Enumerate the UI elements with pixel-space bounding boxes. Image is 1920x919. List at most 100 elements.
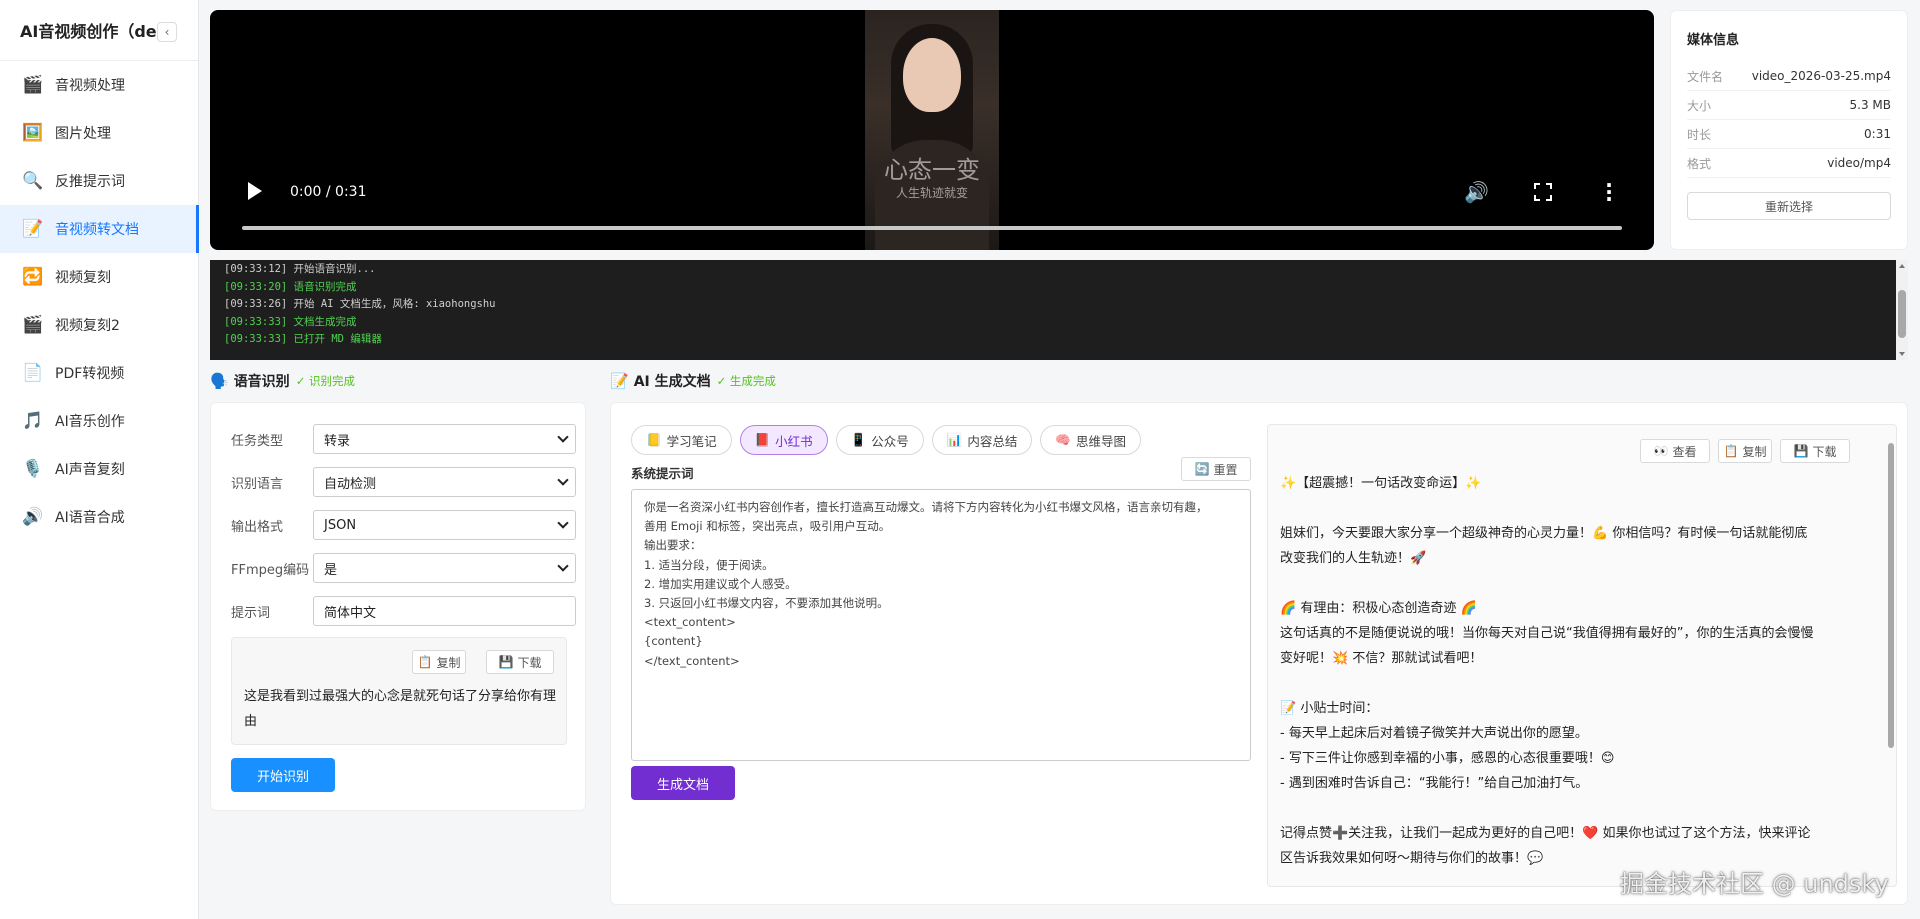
video-player[interactable]: 心态一变 人生轨迹就变 0:00 / 0:31 🔊 · · ·: [210, 10, 1654, 250]
language-select[interactable]: 自动检测: [313, 467, 576, 497]
log-scrollbar[interactable]: [1896, 260, 1908, 360]
sidebar-item-pdf-to-video[interactable]: 📄 PDF转视频: [0, 349, 198, 397]
video-progress-bar[interactable]: [242, 226, 1622, 230]
tab-label: 小红书: [775, 433, 813, 449]
media-row-size: 大小 5.3 MB: [1687, 91, 1891, 120]
refresh-icon: 🔄: [1194, 462, 1210, 476]
tab-label: 学习笔记: [666, 433, 717, 449]
start-recognition-button[interactable]: 开始识别: [231, 758, 335, 792]
field-label: 任务类型: [231, 433, 284, 449]
log-line: [09:33:33] 文档生成完成: [224, 315, 357, 328]
music-note-icon: 🎵: [22, 411, 44, 431]
sidebar-item-ai-tts[interactable]: 🔊 AI语音合成: [0, 493, 198, 541]
tab-study-notes[interactable]: 📒 学习笔记: [631, 425, 732, 455]
media-row-filename: 文件名 video_2026-03-25.mp4: [1687, 62, 1891, 91]
chart-icon: 📊: [946, 432, 963, 447]
sidebar-item-reverse-prompt[interactable]: 🔍 反推提示词: [0, 157, 198, 205]
sidebar-item-label: AI声音复刻: [55, 462, 125, 478]
output-format-select[interactable]: JSON: [313, 510, 576, 540]
sidebar-item-video-replicate[interactable]: 🔁 视频复刻: [0, 253, 198, 301]
preview-scrollbar[interactable]: [1888, 433, 1894, 878]
sidebar-item-label: 视频复刻2: [55, 318, 120, 334]
output-format-row: 输出格式 JSON: [231, 510, 576, 540]
copy-button[interactable]: 📋 复制: [1718, 439, 1772, 463]
media-row-duration: 时长 0:31: [1687, 120, 1891, 149]
document-preview: 👀 查看 📋 复制 💾 下载 ✨【超震撼！一句话改变命运】✨ 姐妹们，今天要跟大家分享…: [1267, 424, 1897, 887]
prompt-line: 3. 只返回小红书爆文内容，不要添加其他说明。: [644, 596, 889, 611]
chevron-down-icon: [557, 560, 569, 572]
transcript-text: 这是我看到过最强大的心念是就死句话了分享给你有理由: [244, 689, 557, 729]
volume-icon[interactable]: 🔊: [1464, 180, 1489, 204]
log-line: [09:33:33] 已打开 MD 编辑器: [224, 333, 382, 345]
preview-line: 改变我们的人生轨迹！🚀: [1280, 551, 1427, 566]
preview-line: 记得点赞➕关注我，让我们一起成为更好的自己吧！❤️ 如果你也试过了这个方法，快来…: [1280, 826, 1811, 841]
play-icon[interactable]: [248, 182, 262, 200]
media-info-title: 媒体信息: [1687, 33, 1740, 48]
sidebar-item-av-to-document[interactable]: 📝 音视频转文档: [0, 205, 199, 253]
tab-label: 内容总结: [967, 433, 1018, 449]
notebook-icon: 📒: [646, 432, 662, 447]
clipboard-icon: 📋: [1723, 444, 1739, 458]
preview-line: 变好呢！💥 不信？那就试试看吧！: [1280, 651, 1483, 666]
speech-section-title: 语音识别: [233, 374, 290, 390]
generate-document-button[interactable]: 生成文档: [631, 766, 735, 800]
prompt-line: <text_content>: [644, 615, 736, 630]
log-line: [09:33:26] 开始 AI 文档生成，风格: xiaohongshu: [224, 298, 496, 310]
sidebar-header: AI音视频创作（dev） ‹: [0, 0, 198, 61]
download-button[interactable]: 💾 下载: [1780, 439, 1850, 463]
select-value: JSON: [324, 517, 357, 533]
prompt-row: 提示词 简体中文: [231, 596, 576, 626]
prompt-line: 善用 Emoji 和标签，突出亮点，吸引用户互动。: [644, 519, 891, 534]
red-book-icon: 📕: [754, 432, 771, 447]
memo-icon: 📝: [22, 219, 44, 239]
language-row: 识别语言 自动检测: [231, 467, 576, 497]
ffmpeg-select[interactable]: 是: [313, 553, 576, 583]
brain-icon: 🧠: [1055, 432, 1071, 447]
copy-button[interactable]: 📋 复制: [412, 650, 466, 674]
microphone-icon: 🎙️: [22, 459, 44, 479]
fullscreen-icon[interactable]: [1534, 183, 1552, 201]
download-button[interactable]: 💾 下载: [486, 650, 554, 674]
sidebar-item-ai-voice-clone[interactable]: 🎙️ AI声音复刻: [0, 445, 198, 493]
prompt-line: 你是一名资深小红书内容创作者，擅长打造高互动爆文。请将下方内容转化为小红书爆文风…: [644, 500, 1208, 514]
preview-line: 🌈 有理由：积极心态创造奇迹 🌈: [1280, 601, 1477, 616]
prompt-input[interactable]: 简体中文: [313, 596, 576, 626]
preview-line: 这句话真的不是随便说说的哦！当你每天对自己说“我值得拥有最好的”，你的生活真的会…: [1280, 626, 1814, 641]
tab-official-account[interactable]: 📱 公众号: [835, 425, 924, 455]
sidebar-item-image-processing[interactable]: 🖼️ 图片处理: [0, 109, 198, 157]
sidebar-item-av-processing[interactable]: 🎬 音视频处理: [0, 61, 198, 109]
scroll-thumb[interactable]: [1898, 290, 1906, 338]
task-type-select[interactable]: 转录: [313, 424, 576, 454]
reset-button[interactable]: 🔄 重置: [1181, 457, 1251, 481]
frame-subcaption: 人生轨迹就变: [895, 186, 968, 200]
preview-line: [1280, 496, 1875, 521]
field-label: 输出格式: [231, 519, 284, 535]
preview-line: 姐妹们，今天要跟大家分享一个超级神奇的心灵力量！💪 你相信吗？有时候一句话就能彻…: [1280, 526, 1808, 541]
watermark: 掘金技术社区 @ undsky: [1620, 870, 1889, 898]
view-button[interactable]: 👀 查看: [1640, 439, 1710, 463]
reselect-button[interactable]: 重新选择: [1687, 192, 1891, 220]
scroll-thumb[interactable]: [1888, 443, 1894, 748]
memo-icon: 📝: [610, 372, 629, 390]
media-value: 0:31: [1864, 127, 1891, 141]
sidebar: AI音视频创作（dev） ‹ 🎬 音视频处理 🖼️ 图片处理 🔍 反推提示词 📝 音视频…: [0, 0, 199, 919]
tab-xiaohongshu[interactable]: 📕 小红书: [739, 425, 828, 455]
chevron-down-icon: [557, 431, 569, 443]
ai-status: ✓ 生成完成: [716, 374, 776, 388]
tab-summary[interactable]: 📊 内容总结: [931, 425, 1033, 455]
sidebar-item-label: 反推提示词: [55, 174, 125, 190]
prompt-line: </text_content>: [644, 653, 740, 668]
video-frame: 心态一变 人生轨迹就变: [865, 10, 999, 250]
tab-mindmap[interactable]: 🧠 思维导图: [1040, 425, 1141, 455]
collapse-button[interactable]: ‹: [157, 22, 177, 42]
preview-line: [1280, 571, 1875, 596]
more-options-icon[interactable]: · · ·: [1604, 175, 1614, 209]
scroll-down-icon[interactable]: [1899, 352, 1905, 356]
scroll-up-icon[interactable]: [1899, 264, 1905, 268]
preview-line: - 遇到困难时告诉自己：“我能行！”给自己加油打气。: [1280, 776, 1589, 791]
system-prompt-textarea[interactable]: 你是一名资深小红书内容创作者，擅长打造高互动爆文。请将下方内容转化为小红书爆文风…: [631, 489, 1251, 761]
select-value: 自动检测: [324, 476, 377, 492]
sidebar-item-ai-music[interactable]: 🎵 AI音乐创作: [0, 397, 198, 445]
chevron-down-icon: [557, 474, 569, 486]
sidebar-item-video-replicate-2[interactable]: 🎬 视频复刻2: [0, 301, 198, 349]
